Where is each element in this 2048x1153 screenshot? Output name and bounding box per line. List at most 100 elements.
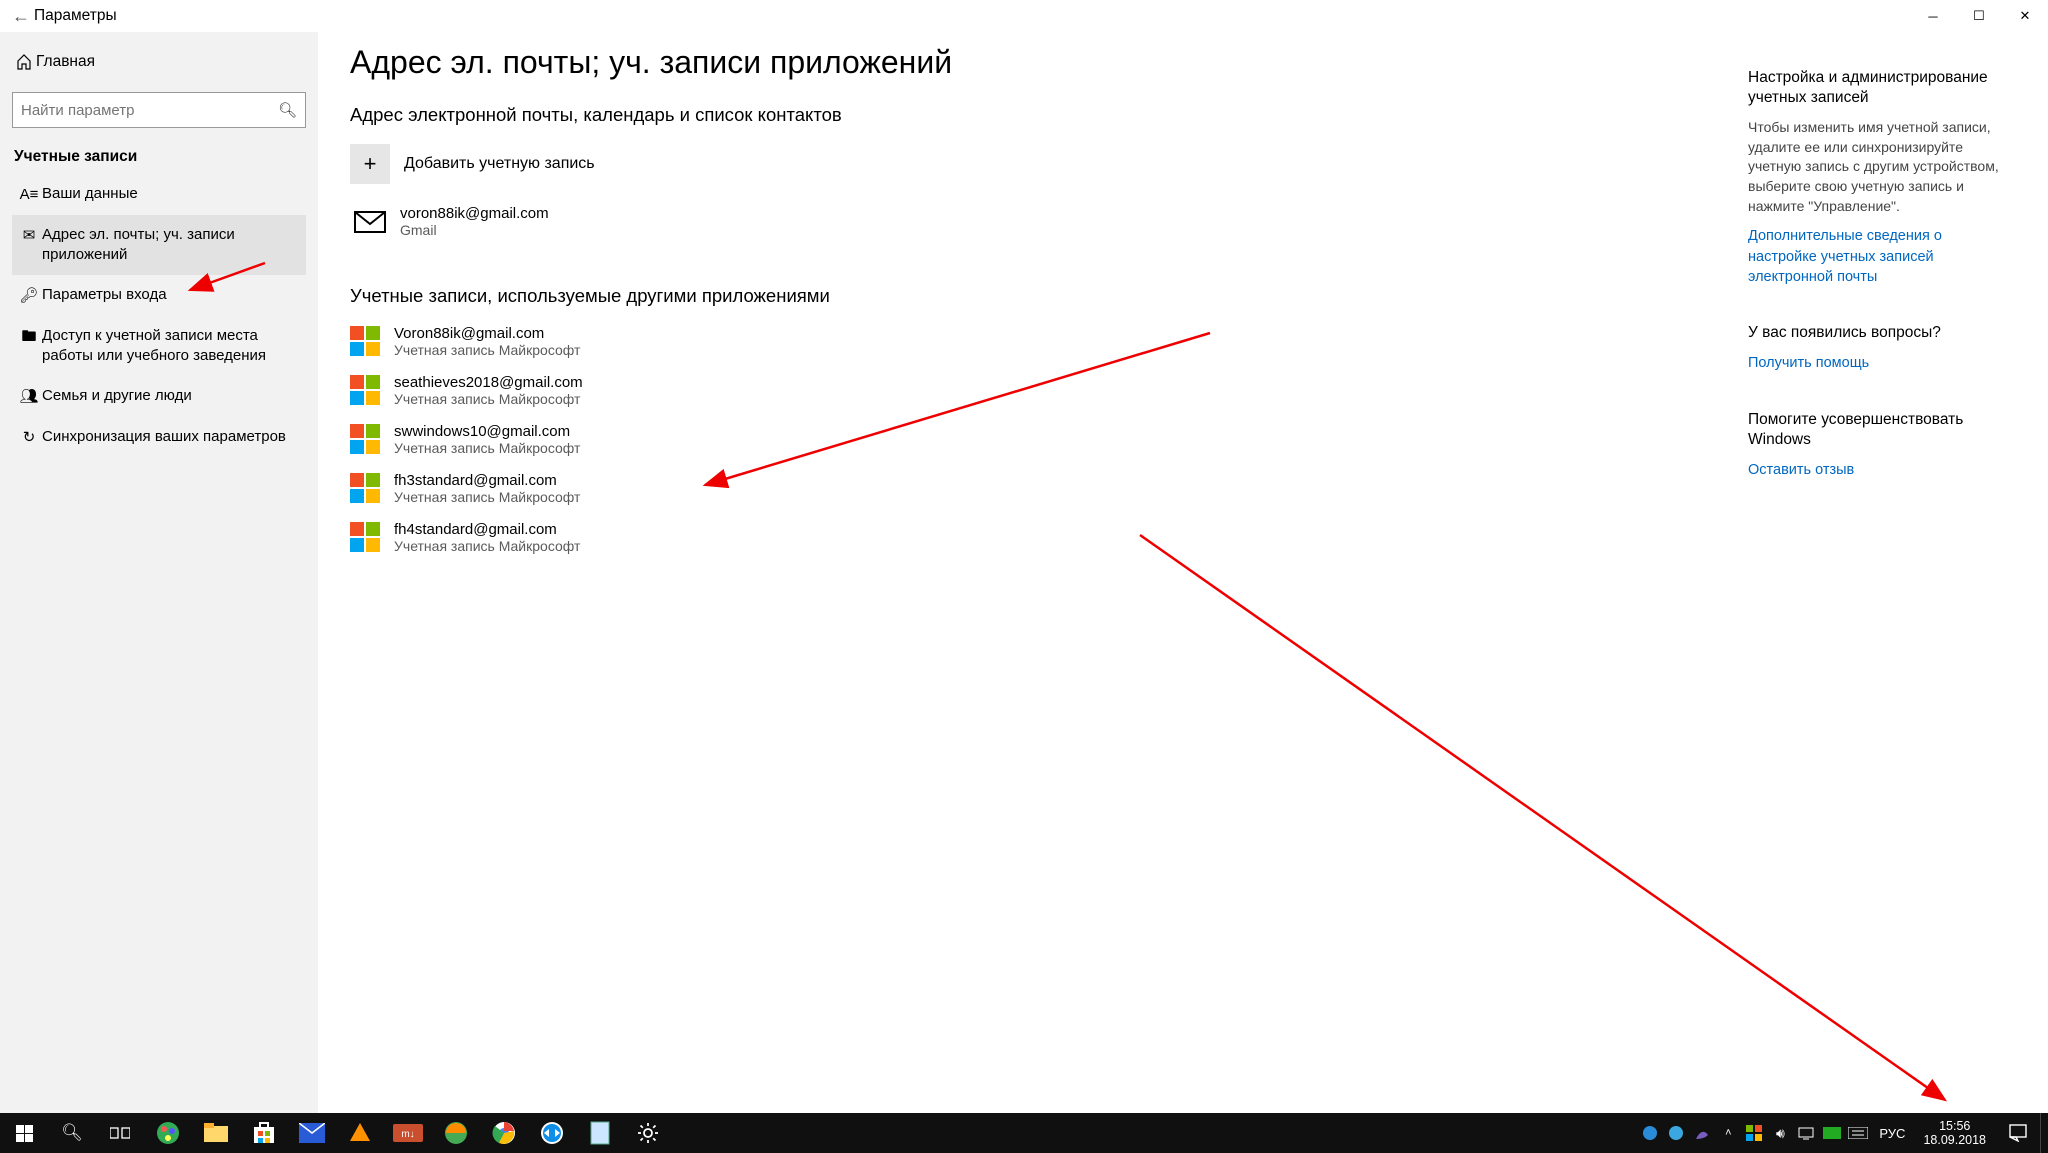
account-email: swwindows10@gmail.com [394, 423, 580, 440]
window-title: Параметры [34, 7, 117, 25]
taskbar-language[interactable]: РУС [1871, 1126, 1913, 1141]
tray-icon[interactable] [1689, 1113, 1715, 1153]
svg-text:m↓: m↓ [401, 1129, 414, 1140]
start-button[interactable] [0, 1113, 48, 1153]
taskbar-app-mail[interactable] [288, 1113, 336, 1153]
ms-account-row[interactable]: swwindows10@gmail.comУчетная запись Майк… [350, 423, 1220, 456]
account-type: Учетная запись Майкрософт [394, 440, 580, 456]
sidebar-item-label: Синхронизация ваших параметров [42, 427, 286, 447]
rp-admin-heading: Настройка и администрирование учетных за… [1748, 68, 2008, 108]
right-panel: Настройка и администрирование учетных за… [1748, 44, 2008, 1113]
taskbar-app-paint[interactable] [144, 1113, 192, 1153]
people-icon: 👥︎ [16, 387, 42, 407]
account-type: Учетная запись Майкрософт [394, 391, 583, 407]
email-account-row[interactable]: voron88ik@gmail.com Gmail [350, 202, 1220, 242]
rp-feedback-heading: Помогите усовершенствовать Windows [1748, 410, 2008, 450]
rp-feedback-link[interactable]: Оставить отзыв [1748, 460, 2008, 480]
page-title: Адрес эл. почты; уч. записи приложений [350, 44, 1220, 81]
rp-questions-heading: У вас появились вопросы? [1748, 323, 2008, 343]
sidebar-item-email-accounts[interactable]: ✉ Адрес эл. почты; уч. записи приложений [12, 215, 306, 275]
briefcase-icon: 🖿 [16, 327, 42, 347]
account-email: fh3standard@gmail.com [394, 472, 580, 489]
taskbar-date: 18.09.2018 [1923, 1133, 1986, 1147]
taskbar-time: 15:56 [1923, 1119, 1986, 1133]
sidebar-item-label: Доступ к учетной записи места работы или… [42, 326, 302, 366]
minimize-button[interactable]: ─ [1910, 0, 1956, 32]
add-account-row[interactable]: + Добавить учетную запись [350, 144, 1220, 184]
rp-admin-body: Чтобы изменить имя учетной записи, удали… [1748, 118, 2008, 216]
ms-account-row[interactable]: Voron88ik@gmail.comУчетная запись Майкро… [350, 325, 1220, 358]
notification-center-icon[interactable] [1996, 1124, 2040, 1142]
account-type: Учетная запись Майкрософт [394, 342, 580, 358]
taskbar-app-settings[interactable] [624, 1113, 672, 1153]
sidebar-item-label: Ваши данные [42, 184, 138, 204]
microsoft-logo-icon [350, 522, 380, 552]
taskbar-app-store[interactable] [240, 1113, 288, 1153]
task-view-button[interactable] [96, 1113, 144, 1153]
ms-account-row[interactable]: fh4standard@gmail.comУчетная запись Майк… [350, 521, 1220, 554]
tray-volume-icon[interactable]: 🔊︎ [1767, 1113, 1793, 1153]
sidebar-item-sync[interactable]: ↻ Синхронизация ваших параметров [12, 417, 306, 458]
microsoft-logo-icon [350, 375, 380, 405]
tray-keyboard-icon[interactable] [1845, 1113, 1871, 1153]
tray-network-icon[interactable] [1793, 1113, 1819, 1153]
taskbar-app-teamviewer[interactable] [528, 1113, 576, 1153]
sidebar-item-family[interactable]: 👥︎ Семья и другие люди [12, 376, 306, 417]
key-icon: 🔑︎ [16, 286, 42, 306]
add-account-label: Добавить учетную запись [404, 155, 595, 173]
taskbar-app-notepad[interactable] [576, 1113, 624, 1153]
sidebar-item-signin-options[interactable]: 🔑︎ Параметры входа [12, 275, 306, 316]
ms-account-row[interactable]: seathieves2018@gmail.comУчетная запись М… [350, 374, 1220, 407]
titlebar: ← Параметры ─ ☐ ✕ [0, 0, 2048, 32]
maximize-button[interactable]: ☐ [1956, 0, 2002, 32]
account-email: fh4standard@gmail.com [394, 521, 580, 538]
sidebar: Главная 🔍︎ Учетные записи Α≡ Ваши данные… [0, 32, 318, 1113]
section-other-apps-heading: Учетные записи, используемые другими при… [350, 284, 1220, 309]
taskbar: 🔍︎ m↓ ˄ 🔊︎ РУС 15:56 18.09.2018 [0, 1113, 2048, 1153]
microsoft-logo-icon [350, 424, 380, 454]
section-email-heading: Адрес электронной почты, календарь и спи… [350, 103, 1220, 128]
sidebar-item-work-access[interactable]: 🖿 Доступ к учетной записи места работы и… [12, 316, 306, 376]
rp-help-link[interactable]: Получить помощь [1748, 353, 2008, 373]
account-email: seathieves2018@gmail.com [394, 374, 583, 391]
back-icon[interactable]: ← [12, 6, 34, 27]
sidebar-item-label: Семья и другие люди [42, 386, 192, 406]
close-button[interactable]: ✕ [2002, 0, 2048, 32]
taskbar-app-aimp[interactable] [336, 1113, 384, 1153]
taskbar-app-markdown[interactable]: m↓ [384, 1113, 432, 1153]
sidebar-item-label: Параметры входа [42, 285, 167, 305]
account-provider: Gmail [400, 222, 549, 238]
search-icon: 🔍︎ [278, 101, 297, 119]
taskbar-clock[interactable]: 15:56 18.09.2018 [1913, 1119, 1996, 1147]
sync-icon: ↻ [16, 428, 42, 448]
person-card-icon: Α≡ [16, 185, 42, 205]
tray-chevron-icon[interactable]: ˄ [1715, 1113, 1741, 1153]
account-type: Учетная запись Майкрософт [394, 489, 580, 505]
microsoft-logo-icon [350, 473, 380, 503]
sidebar-item-label: Адрес эл. почты; уч. записи приложений [42, 225, 302, 265]
account-email: voron88ik@gmail.com [400, 205, 549, 222]
microsoft-logo-icon [350, 326, 380, 356]
sidebar-item-your-info[interactable]: Α≡ Ваши данные [12, 174, 306, 215]
sidebar-heading: Учетные записи [14, 148, 306, 166]
home-icon [12, 54, 36, 70]
search-button[interactable]: 🔍︎ [48, 1113, 96, 1153]
tray-defender-icon[interactable] [1741, 1113, 1767, 1153]
search-box[interactable]: 🔍︎ [12, 92, 306, 128]
show-desktop-button[interactable] [2040, 1113, 2048, 1153]
tray-icon[interactable] [1663, 1113, 1689, 1153]
content: Адрес эл. почты; уч. записи приложений А… [350, 44, 1220, 1113]
sidebar-home-label: Главная [36, 53, 95, 71]
rp-admin-link[interactable]: Дополнительные сведения о настройке учет… [1748, 226, 2008, 287]
tray-icon[interactable] [1637, 1113, 1663, 1153]
taskbar-app-explorer[interactable] [192, 1113, 240, 1153]
account-type: Учетная запись Майкрософт [394, 538, 580, 554]
ms-account-row[interactable]: fh3standard@gmail.comУчетная запись Майк… [350, 472, 1220, 505]
tray-nvidia-icon[interactable] [1819, 1113, 1845, 1153]
account-email: Voron88ik@gmail.com [394, 325, 580, 342]
taskbar-app-firefox[interactable] [432, 1113, 480, 1153]
mail-icon: ✉ [16, 226, 42, 246]
search-input[interactable] [21, 102, 278, 119]
taskbar-app-chrome[interactable] [480, 1113, 528, 1153]
sidebar-home[interactable]: Главная [12, 42, 306, 82]
